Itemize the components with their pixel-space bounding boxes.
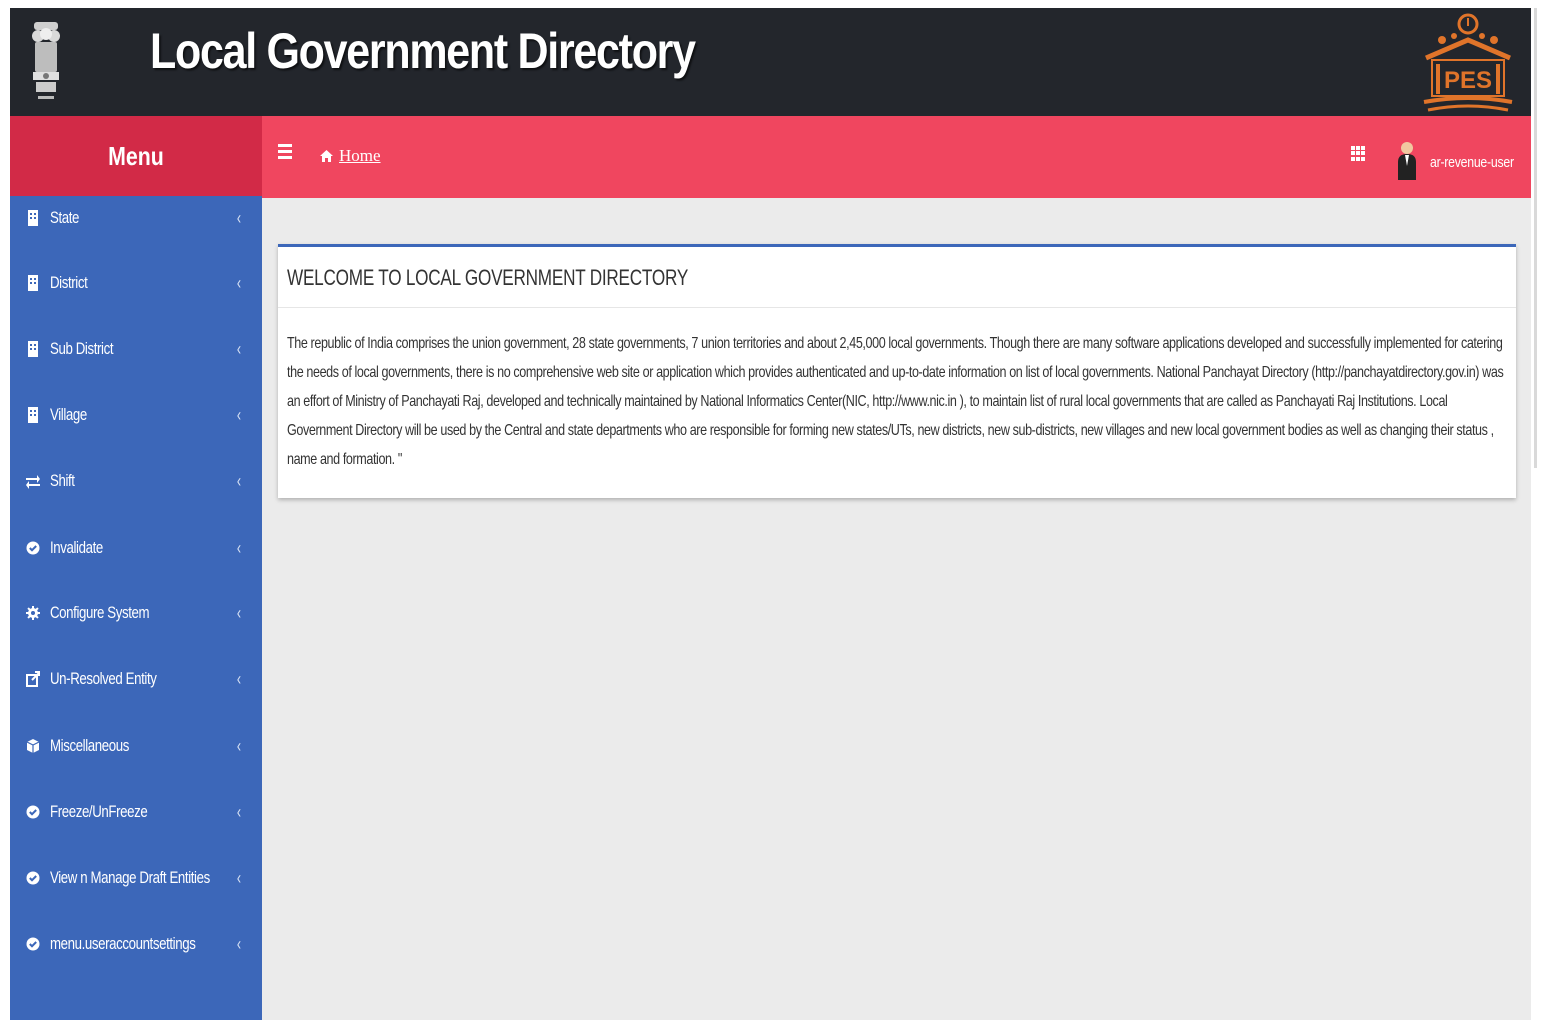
user-name[interactable]: ar-revenue-user (1430, 154, 1514, 171)
chevron-left-icon: ‹ (236, 801, 242, 822)
sidebar-item-label: Village (50, 405, 87, 424)
chevron-left-icon: ‹ (236, 470, 242, 491)
sidebar-item-user-account-settings[interactable]: menu.useraccountsettings ‹ (10, 924, 262, 964)
cube-icon (26, 739, 40, 753)
sidebar-item-district[interactable]: District ‹ (10, 263, 262, 303)
pes-logo: PES (1423, 13, 1513, 112)
app-header: Local Government Directory PES (10, 8, 1531, 116)
check-circle-icon (26, 805, 40, 819)
sidebar-item-state[interactable]: State ‹ (10, 198, 262, 238)
app-title: Local Government Directory (150, 23, 696, 79)
home-label: Home (339, 146, 381, 165)
chevron-left-icon: ‹ (236, 207, 242, 228)
sidebar-item-view-manage-draft-entities[interactable]: View n Manage Draft Entities ‹ (10, 858, 262, 898)
sidebar-item-label: Configure System (50, 603, 150, 622)
sidebar-item-village[interactable]: Village ‹ (10, 395, 262, 435)
sidebar-item-label: Shift (50, 471, 75, 490)
building-icon (28, 407, 38, 423)
sidebar-item-label: Invalidate (50, 538, 103, 557)
building-icon (28, 275, 38, 291)
sidebar-item-label: Sub District (50, 339, 114, 358)
sidebar: State ‹ District ‹ Sub District ‹ Villag… (10, 196, 262, 1020)
sidebar-item-freeze-unfreeze[interactable]: Freeze/UnFreeze ‹ (10, 792, 262, 832)
scrollbar[interactable] (1534, 8, 1537, 468)
india-emblem-logo (32, 22, 60, 99)
apps-grid-icon[interactable] (1351, 146, 1366, 161)
sidebar-item-invalidate[interactable]: Invalidate ‹ (10, 528, 262, 568)
app-window: Local Government Directory PES Menu Home… (10, 8, 1531, 1020)
top-navbar: Home ar-revenue-user (262, 116, 1531, 198)
sidebar-item-unresolved-entity[interactable]: Un-Resolved Entity ‹ (10, 659, 262, 699)
chevron-left-icon: ‹ (236, 537, 242, 558)
chevron-left-icon: ‹ (236, 735, 242, 756)
check-circle-icon (26, 541, 40, 555)
sidebar-item-miscellaneous[interactable]: Miscellaneous ‹ (10, 726, 262, 766)
chevron-left-icon: ‹ (236, 338, 242, 359)
sidebar-item-label: menu.useraccountsettings (50, 934, 196, 953)
check-circle-icon (26, 937, 40, 951)
chevron-left-icon: ‹ (236, 668, 242, 689)
sidebar-item-label: Un-Resolved Entity (50, 669, 157, 688)
menu-title: Menu (108, 140, 164, 171)
check-circle-icon (26, 871, 40, 885)
welcome-body-text: The republic of India comprises the unio… (287, 335, 1504, 468)
sidebar-item-label: View n Manage Draft Entities (50, 868, 210, 887)
sidebar-item-label: Freeze/UnFreeze (50, 802, 148, 821)
sidebar-item-shift[interactable]: Shift ‹ (10, 461, 262, 501)
sidebar-item-label: Miscellaneous (50, 736, 129, 755)
home-link[interactable]: Home (320, 146, 381, 166)
welcome-title: WELCOME TO LOCAL GOVERNMENT DIRECTORY (287, 265, 689, 290)
chevron-left-icon: ‹ (236, 933, 242, 954)
exchange-icon (26, 475, 40, 489)
menu-header: Menu (10, 116, 262, 196)
svg-text:PES: PES (1444, 67, 1492, 94)
external-link-icon (26, 671, 40, 687)
gear-icon (26, 606, 40, 620)
divider (278, 307, 1516, 308)
sidebar-item-sub-district[interactable]: Sub District ‹ (10, 329, 262, 369)
chevron-left-icon: ‹ (236, 404, 242, 425)
hamburger-icon[interactable] (278, 144, 292, 160)
chevron-left-icon: ‹ (236, 272, 242, 293)
building-icon (28, 341, 38, 357)
building-icon (28, 210, 38, 226)
welcome-panel: WELCOME TO LOCAL GOVERNMENT DIRECTORY Th… (278, 244, 1516, 498)
user-avatar[interactable] (1396, 140, 1418, 180)
chevron-left-icon: ‹ (236, 867, 242, 888)
sidebar-item-configure-system[interactable]: Configure System ‹ (10, 593, 262, 633)
sidebar-item-label: District (50, 273, 88, 292)
sidebar-item-label: State (50, 208, 80, 227)
home-icon (320, 150, 333, 162)
chevron-left-icon: ‹ (236, 602, 242, 623)
